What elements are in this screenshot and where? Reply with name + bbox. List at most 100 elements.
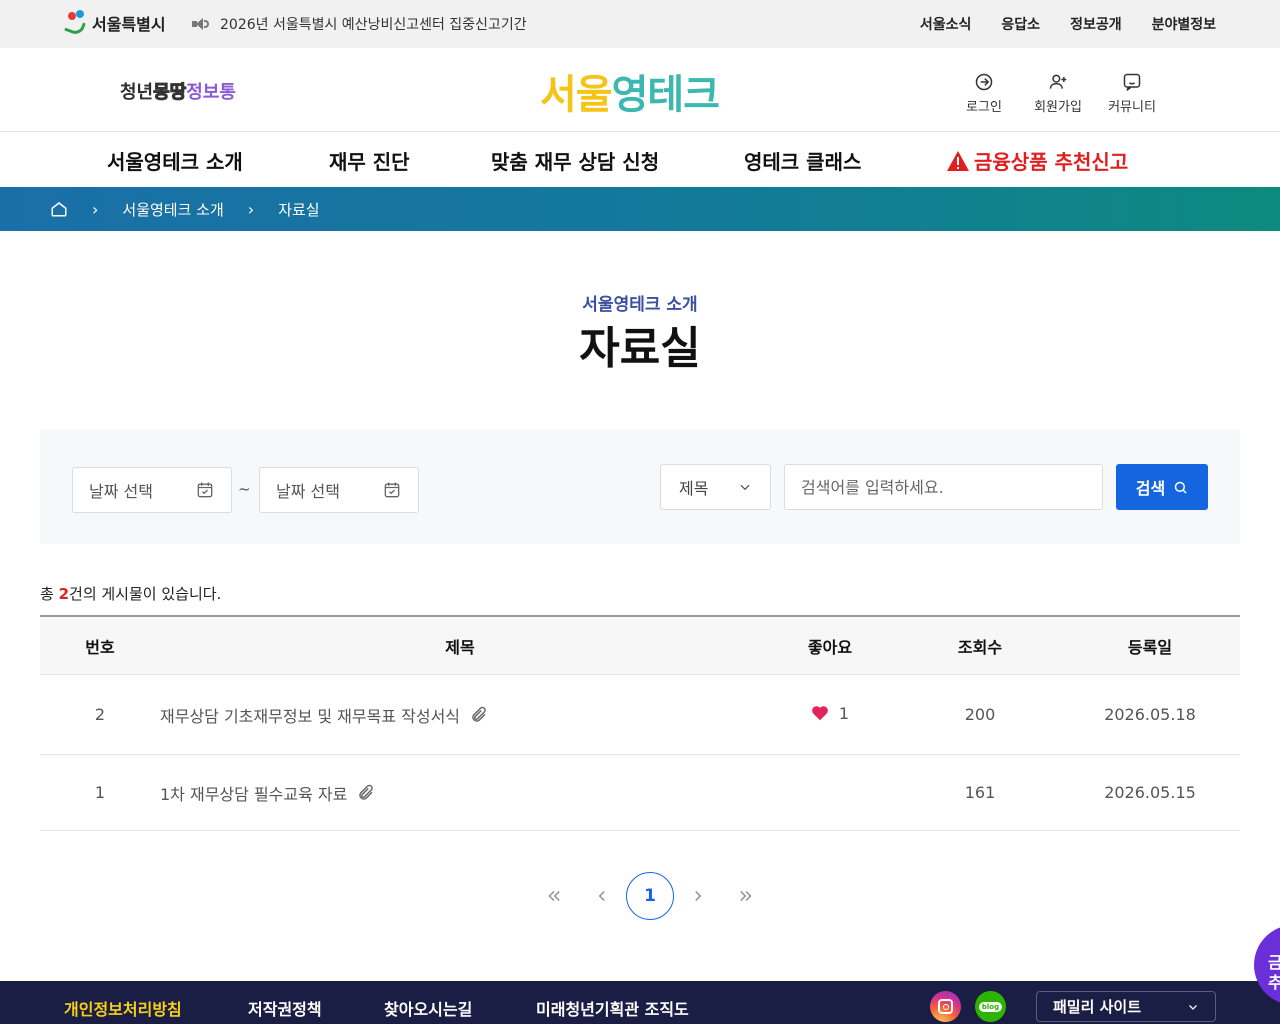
util-link-field-info[interactable]: 분야별정보	[1152, 14, 1216, 34]
chevron-left-icon	[598, 891, 605, 901]
login-icon	[975, 73, 993, 91]
board-table: 번호 제목 좋아요 조회수 등록일 2 재무상담 기초재무정보 및 재무목표 작…	[40, 615, 1240, 831]
header-title: 제목	[445, 637, 475, 657]
utility-links: 서울소식 응답소 정보공개 분야별정보	[920, 14, 1216, 34]
seoul-logo-text: 서울특별시	[92, 15, 166, 34]
youth-info-logo[interactable]: 청년 몽땅 정보통	[120, 78, 236, 104]
heart-icon[interactable]	[811, 705, 829, 721]
date-start-input[interactable]: 날짜 선택	[72, 467, 232, 513]
pagination: 1	[530, 872, 770, 920]
search-panel: 날짜 선택 ~ 날짜 선택 제목 검색	[40, 430, 1240, 544]
util-link-news[interactable]: 서울소식	[920, 14, 972, 34]
footer-org-chart-link[interactable]: 미래청년기획관 조직도	[536, 996, 689, 1020]
seoul-city-logo[interactable]: 서울특별시	[64, 10, 166, 37]
instagram-icon[interactable]	[930, 991, 961, 1022]
site-header: 청년 몽땅 정보통 서울 영테크 로그인 회원가입 커뮤니티	[0, 48, 1280, 132]
brand-logo-part2: 영테크	[611, 72, 720, 118]
floating-label-1: 금	[1268, 953, 1280, 972]
row-no: 2	[94, 705, 106, 724]
select-value: 제목	[679, 479, 709, 498]
page-number-current[interactable]: 1	[626, 872, 674, 920]
user-plus-icon	[1049, 74, 1067, 89]
date-end-input[interactable]: 날짜 선택	[259, 467, 419, 513]
nav-class[interactable]: 영테크 클래스	[744, 146, 861, 175]
table-row[interactable]: 1 1차 재무상담 필수교육 자료 161 2026.05.15	[40, 755, 1240, 831]
last-page-button[interactable]	[722, 872, 770, 920]
first-page-button[interactable]	[530, 872, 578, 920]
date-end-placeholder: 날짜 선택	[276, 482, 340, 501]
table-row[interactable]: 2 재무상담 기초재무정보 및 재무목표 작성서식 1 200 2026.05.…	[40, 675, 1240, 755]
nav-consulting-apply[interactable]: 맞춤 재무 상담 신청	[491, 146, 659, 175]
row-views: 200	[964, 705, 996, 724]
chevron-right-icon: ›	[92, 199, 99, 219]
youth-logo-part3: 정보통	[186, 82, 236, 103]
nav-report-product[interactable]: 금융상품 추천신고	[946, 146, 1128, 175]
nav-report-label: 금융상품 추천신고	[974, 150, 1129, 174]
blog-label: blog	[978, 1001, 1003, 1012]
home-icon[interactable]	[50, 200, 68, 218]
row-title-text[interactable]: 1차 재무상담 필수교육 자료	[160, 781, 347, 805]
nav-finance-diagnosis[interactable]: 재무 진단	[329, 146, 410, 175]
search-icon	[1174, 481, 1187, 494]
paperclip-icon	[359, 784, 374, 800]
table-header: 번호 제목 좋아요 조회수 등록일	[40, 615, 1240, 675]
row-no: 1	[94, 783, 106, 802]
row-date: 2026.05.18	[1104, 705, 1196, 724]
community-label: 커뮤니티	[1108, 100, 1156, 115]
nav-intro[interactable]: 서울영테크 소개	[107, 146, 243, 175]
search-field-select[interactable]: 제목	[660, 464, 771, 510]
search-input[interactable]	[784, 464, 1103, 510]
search-button-label: 검색	[1135, 479, 1166, 498]
chevron-down-icon	[740, 484, 750, 491]
community-button[interactable]: 커뮤니티	[1104, 72, 1160, 115]
prev-page-button[interactable]	[578, 872, 626, 920]
signup-label: 회원가입	[1034, 100, 1082, 115]
login-button[interactable]: 로그인	[956, 72, 1012, 115]
page-title: 자료실	[579, 323, 701, 374]
row-likes: 1	[760, 704, 900, 726]
speaker-icon	[192, 17, 210, 31]
row-title[interactable]: 재무상담 기초재무정보 및 재무목표 작성서식	[160, 703, 760, 727]
header-views: 조회수	[957, 637, 1003, 657]
login-label: 로그인	[966, 100, 1002, 115]
row-title-text[interactable]: 재무상담 기초재무정보 및 재무목표 작성서식	[160, 703, 460, 727]
chevron-right-icon: ›	[247, 199, 255, 219]
warning-icon	[947, 150, 969, 171]
breadcrumb-item-intro[interactable]: 서울영테크 소개	[122, 199, 223, 220]
chevron-down-icon	[1189, 1004, 1197, 1010]
notice-text[interactable]: 2026년 서울특별시 예산낭비신고센터 집중신고기간	[220, 14, 527, 34]
site-footer: 개인정보처리방침 저작권정책 찾아오시는길 미래청년기획관 조직도 blog 패…	[0, 981, 1280, 1024]
total-count-text: 총 2건의 게시물이 있습니다.	[40, 583, 221, 604]
search-button[interactable]: 검색	[1116, 464, 1208, 510]
header-date: 등록일	[1127, 637, 1173, 657]
total-count: 2	[58, 585, 70, 603]
member-menu: 로그인 회원가입 커뮤니티	[956, 72, 1160, 115]
top-utility-bar: 서울특별시 2026년 서울특별시 예산낭비신고센터 집중신고기간 서울소식 응…	[0, 0, 1280, 48]
footer-directions-link[interactable]: 찾아오시는길	[384, 996, 472, 1020]
notice-banner[interactable]: 2026년 서울특별시 예산낭비신고센터 집중신고기간	[192, 14, 527, 34]
row-views: 161	[964, 783, 996, 802]
util-link-disclosure[interactable]: 정보공개	[1070, 14, 1122, 34]
total-prefix: 총	[40, 585, 59, 603]
footer-privacy-link[interactable]: 개인정보처리방침	[64, 996, 182, 1020]
seoul-youngtech-logo[interactable]: 서울 영테크	[540, 62, 720, 120]
next-page-button[interactable]	[674, 872, 722, 920]
total-suffix: 건의 게시물이 있습니다.	[69, 585, 222, 603]
signup-button[interactable]: 회원가입	[1030, 72, 1086, 115]
row-title[interactable]: 1차 재무상담 필수교육 자료	[160, 781, 760, 805]
row-date: 2026.05.15	[1104, 783, 1196, 802]
blog-icon[interactable]: blog	[975, 991, 1006, 1022]
breadcrumb-item-archive[interactable]: 자료실	[278, 199, 319, 220]
row-likes-count: 1	[838, 703, 850, 723]
chevron-right-icon	[695, 891, 702, 901]
floating-label-2: 추	[1268, 973, 1280, 992]
calendar-icon	[384, 482, 400, 498]
breadcrumb: › 서울영테크 소개 › 자료실	[0, 187, 1280, 231]
util-link-eungdapso[interactable]: 응답소	[1001, 14, 1040, 34]
footer-copyright-link[interactable]: 저작권정책	[248, 996, 322, 1020]
date-start-placeholder: 날짜 선택	[89, 482, 153, 501]
family-site-select[interactable]: 패밀리 사이트	[1036, 991, 1216, 1022]
header-no: 번호	[85, 637, 115, 657]
seoul-emblem-icon	[64, 10, 88, 37]
youth-logo-part1: 청년	[120, 82, 154, 103]
